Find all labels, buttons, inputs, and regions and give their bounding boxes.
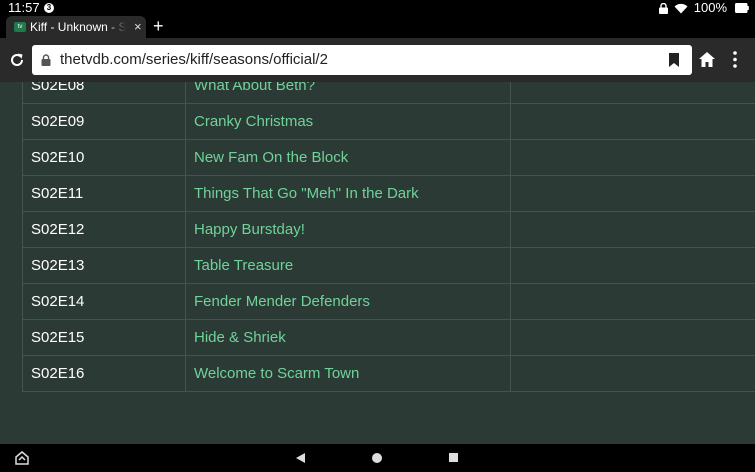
bookmark-icon[interactable]	[669, 53, 679, 67]
home-screen-icon[interactable]	[15, 451, 29, 465]
recents-icon[interactable]	[449, 453, 458, 462]
table-row: S02E14 Fender Mender Defenders	[22, 283, 755, 320]
battery-icon	[735, 3, 749, 13]
episode-extra-cell	[510, 103, 755, 140]
page-content: S02E08 What About Beth? S02E09 Cranky Chris…	[0, 82, 755, 444]
lock-status-icon	[658, 2, 668, 14]
episode-extra-cell	[510, 82, 755, 104]
reload-icon[interactable]	[9, 52, 25, 68]
episode-code: S02E12	[22, 211, 186, 248]
battery-level: 100%	[693, 0, 727, 15]
url-bar[interactable]: thetvdb.com/series/kiff/seasons/official…	[32, 45, 692, 75]
episode-name-link[interactable]: What About Beth?	[185, 82, 511, 104]
notification-badge: 3	[44, 3, 54, 13]
episode-extra-cell	[510, 247, 755, 284]
tab-kiff[interactable]: tv Kiff - Unknown - Season 2 ×	[6, 16, 146, 38]
tab-strip: tv Kiff - Unknown - Season 2 × +	[0, 16, 755, 38]
episode-extra-cell	[510, 319, 755, 356]
episode-name-link[interactable]: Fender Mender Defenders	[185, 283, 511, 320]
tab-title: Kiff - Unknown - Season 2	[30, 20, 126, 34]
episodes-table: S02E08 What About Beth? S02E09 Cranky Chris…	[22, 82, 755, 392]
episode-code: S02E11	[22, 175, 186, 212]
lock-icon	[41, 54, 51, 66]
table-row: S02E15 Hide & Shriek	[22, 319, 755, 356]
episode-code: S02E16	[22, 355, 186, 392]
back-icon[interactable]	[296, 453, 306, 463]
episode-name-link[interactable]: Cranky Christmas	[185, 103, 511, 140]
episode-name-link[interactable]: New Fam On the Block	[185, 139, 511, 176]
table-row: S02E08 What About Beth?	[22, 82, 755, 104]
episode-code: S02E13	[22, 247, 186, 284]
status-bar: 11:57 3 100%	[0, 0, 755, 16]
home-icon[interactable]	[699, 52, 715, 67]
episode-extra-cell	[510, 139, 755, 176]
episode-extra-cell	[510, 355, 755, 392]
close-tab-icon[interactable]: ×	[134, 16, 142, 38]
episode-extra-cell	[510, 175, 755, 212]
table-row: S02E12 Happy Burstday!	[22, 211, 755, 248]
episode-name-link[interactable]: Hide & Shriek	[185, 319, 511, 356]
status-time: 11:57	[8, 0, 40, 15]
episode-name-link[interactable]: Things That Go "Meh" In the Dark	[185, 175, 511, 212]
status-right: 100%	[658, 0, 727, 16]
wifi-icon	[674, 3, 688, 14]
table-row: S02E16 Welcome to Scarm Town	[22, 355, 755, 392]
table-row: S02E09 Cranky Christmas	[22, 103, 755, 140]
table-row: S02E13 Table Treasure	[22, 247, 755, 284]
episode-code: S02E15	[22, 319, 186, 356]
browser-toolbar: thetvdb.com/series/kiff/seasons/official…	[0, 38, 755, 82]
episode-code: S02E09	[22, 103, 186, 140]
episode-extra-cell	[510, 211, 755, 248]
table-row: S02E10 New Fam On the Block	[22, 139, 755, 176]
episode-code: S02E14	[22, 283, 186, 320]
episode-name-link[interactable]: Table Treasure	[185, 247, 511, 284]
url-text[interactable]: thetvdb.com/series/kiff/seasons/official…	[60, 45, 328, 75]
episode-code: S02E08	[22, 82, 186, 104]
home-button[interactable]	[372, 453, 382, 463]
episode-extra-cell	[510, 283, 755, 320]
new-tab-button[interactable]: +	[153, 16, 164, 36]
system-nav-bar	[0, 444, 755, 472]
episode-name-link[interactable]: Happy Burstday!	[185, 211, 511, 248]
episode-code: S02E10	[22, 139, 186, 176]
menu-icon[interactable]	[733, 51, 737, 68]
favicon-icon: tv	[14, 22, 26, 32]
episode-name-link[interactable]: Welcome to Scarm Town	[185, 355, 511, 392]
table-row: S02E11 Things That Go "Meh" In the Dark	[22, 175, 755, 212]
